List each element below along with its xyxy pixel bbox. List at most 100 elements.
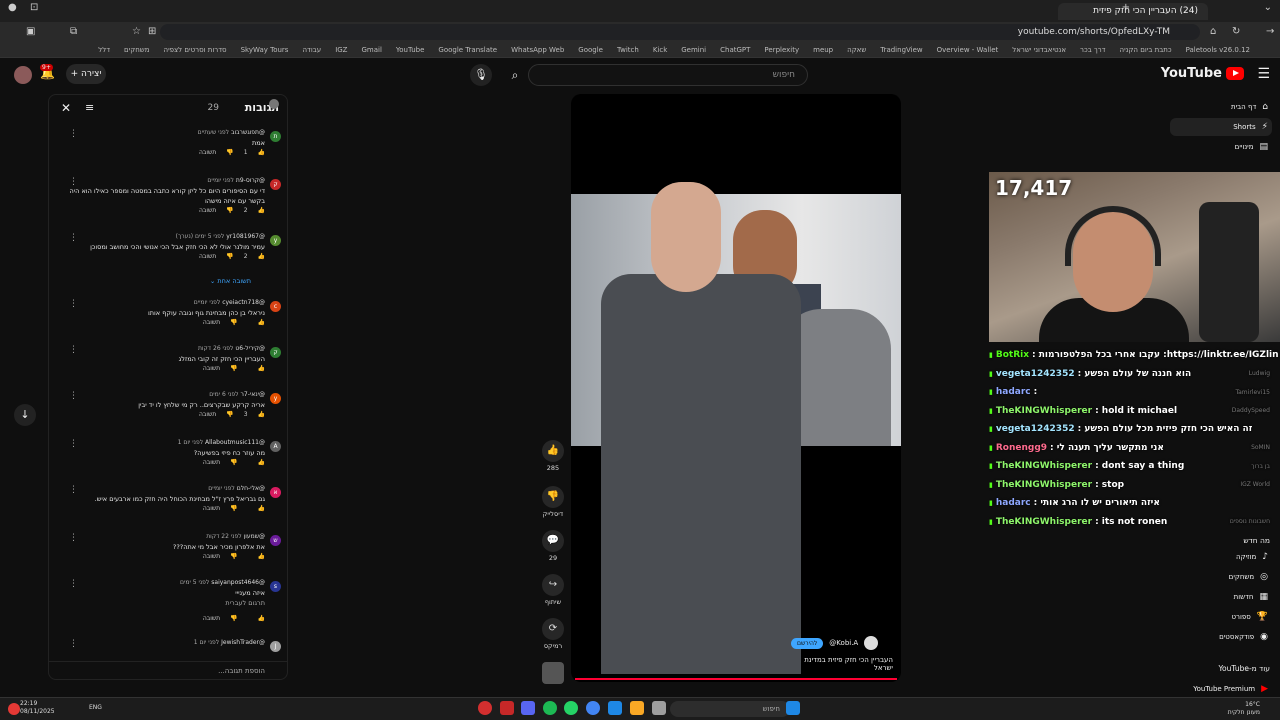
sidebar-item-podcast[interactable]: ◉ פודקאסטים xyxy=(1170,628,1272,646)
thumbs-up-icon[interactable]: 👍 xyxy=(258,505,265,512)
thumbs-down-icon[interactable]: 👎 xyxy=(226,411,233,418)
reply-button[interactable]: תשובה xyxy=(203,459,220,466)
video-title[interactable]: העבריין הכי חזק פיזית במדינת ישראל xyxy=(789,656,893,672)
thumbs-up-icon[interactable]: 👍 xyxy=(258,149,265,156)
thumbs-up-icon[interactable]: 👍 xyxy=(258,411,265,418)
reply-button[interactable]: תשובה xyxy=(203,615,220,622)
chat-username[interactable]: TheKINGWhisperer xyxy=(996,461,1092,471)
extensions-icon[interactable]: ⧉ xyxy=(70,22,77,42)
spotify-icon[interactable] xyxy=(543,701,557,715)
back-icon[interactable]: ⌂ xyxy=(1210,22,1216,42)
chat-username[interactable]: TheKINGWhisperer xyxy=(996,406,1092,416)
thumbs-down-icon[interactable]: 👎 xyxy=(230,319,237,326)
thumbs-up-icon[interactable]: 👍 xyxy=(258,253,265,260)
channel-avatar[interactable] xyxy=(864,636,879,650)
reply-button[interactable]: תשובה xyxy=(203,505,220,512)
notification-icon[interactable] xyxy=(8,703,20,715)
youtube-logo[interactable]: YouTube xyxy=(1161,66,1244,81)
like-button[interactable]: 👍 285 xyxy=(538,440,568,472)
comment-avatar[interactable]: y xyxy=(270,235,281,246)
video-progress-bar[interactable] xyxy=(575,678,897,680)
thumbs-down-icon[interactable]: 👎 xyxy=(226,149,233,156)
sidebar-item-home[interactable]: ⌂ דף הבית xyxy=(1170,98,1272,116)
comment-author[interactable]: @saiyanpost4646 xyxy=(211,579,265,586)
thumbs-down-icon[interactable]: 👎 xyxy=(226,207,233,214)
comment-author[interactable]: @קרוס-9ת xyxy=(236,177,265,184)
bookmark-item[interactable]: Overview - Wallet xyxy=(937,46,999,54)
bookmark-item[interactable]: Perplexity xyxy=(764,46,799,54)
translate-link[interactable]: תרגום לעברית xyxy=(69,598,265,608)
comment-author[interactable]: @שמעון xyxy=(244,533,265,540)
close-icon[interactable]: ✕ xyxy=(61,101,71,115)
comment-avatar[interactable]: c xyxy=(270,301,281,312)
comments-button[interactable]: 💬 29 xyxy=(538,530,568,562)
comment-menu-icon[interactable]: ⋮ xyxy=(69,233,78,243)
taskbar-search[interactable]: חיפוש xyxy=(670,701,790,717)
sidebar-item-sports[interactable]: 🏆 ספורט xyxy=(1170,608,1272,626)
bookmark-item[interactable]: Kick xyxy=(653,46,667,54)
record-icon[interactable]: ▣ xyxy=(26,22,35,42)
share-button[interactable]: ↪ שיתוף xyxy=(538,574,568,606)
chat-username[interactable]: hadarc xyxy=(996,387,1031,397)
sidebar-item-music[interactable]: ♪ מוזיקה xyxy=(1170,548,1272,566)
thumbs-up-icon[interactable]: 👍 xyxy=(258,365,265,372)
browser-tab-active[interactable]: (24) העבריין הכי חזק פיזית xyxy=(1058,3,1208,20)
bookmark-item[interactable]: אנטיאבדוני ישראל xyxy=(1012,46,1066,54)
comment-author[interactable]: @JewishTrader xyxy=(221,639,265,646)
comment-author[interactable]: @yr1081967 xyxy=(226,233,265,240)
comment-avatar[interactable]: ק xyxy=(270,179,281,190)
whatsapp-icon[interactable] xyxy=(564,701,578,715)
bookmark-item[interactable]: WhatsApp Web xyxy=(511,46,564,54)
thumbs-down-icon[interactable]: 👎 xyxy=(230,459,237,466)
start-icon[interactable] xyxy=(786,701,800,715)
reply-button[interactable]: תשובה xyxy=(203,319,220,326)
bookmark-item[interactable]: ChatGPT xyxy=(720,46,750,54)
comment-author[interactable]: @cyeiactn718 xyxy=(222,299,265,306)
remix-button[interactable]: ⟳ רמיקס xyxy=(538,618,568,650)
comment-avatar[interactable]: א xyxy=(270,487,281,498)
tab-search-icon[interactable]: ⊡ xyxy=(30,2,38,13)
microphone-icon[interactable]: 🎙 xyxy=(470,64,492,86)
window-menu-icon[interactable]: ● xyxy=(8,2,17,13)
comment-avatar[interactable]: J xyxy=(270,641,281,652)
bookmark-item[interactable]: דלל xyxy=(98,46,110,54)
thumbs-up-icon[interactable]: 👍 xyxy=(258,553,265,560)
taskbar-clock[interactable]: 22:19 08/11/2025 xyxy=(20,700,55,716)
bookmark-item[interactable]: עבודה xyxy=(302,46,321,54)
comment-author[interactable]: @תפוגשרבוב xyxy=(231,129,265,136)
comment-menu-icon[interactable]: ⋮ xyxy=(69,177,78,187)
thumbs-down-icon[interactable]: 👎 xyxy=(230,365,237,372)
sidebar-item-shorts[interactable]: ⚡ Shorts xyxy=(1170,118,1272,136)
comment-author[interactable]: @אלי-חלם xyxy=(237,485,265,492)
comment-author[interactable]: @קיריל-6ט xyxy=(235,345,265,352)
thumbs-down-icon[interactable]: 👎 xyxy=(226,253,233,260)
comment-avatar[interactable]: ש xyxy=(270,535,281,546)
install-icon[interactable]: ⊞ xyxy=(148,22,156,42)
comment-menu-icon[interactable]: ⋮ xyxy=(69,299,78,309)
more-replies-link[interactable]: ⌄ תשובה אחת xyxy=(210,277,251,285)
bookmark-item[interactable]: סדרות וסרטים לצפיה xyxy=(164,46,227,54)
bookmark-item[interactable]: משחקים xyxy=(124,46,149,54)
bookmark-item[interactable]: Gemini xyxy=(681,46,706,54)
comment-avatar[interactable]: s xyxy=(270,581,281,592)
reply-button[interactable]: תשובה xyxy=(203,365,220,372)
chat-username[interactable]: BotRix xyxy=(996,350,1029,360)
hamburger-menu-icon[interactable]: ☰ xyxy=(1257,66,1270,82)
comment-menu-icon[interactable]: ⋮ xyxy=(69,391,78,401)
forward-icon[interactable]: → xyxy=(1266,22,1274,42)
app-icon[interactable] xyxy=(652,701,666,715)
thumbs-up-icon[interactable]: 👍 xyxy=(258,459,265,466)
comment-avatar[interactable]: A xyxy=(270,441,281,452)
dislike-button[interactable]: 👎 דיסלייק xyxy=(538,486,568,518)
chrome-icon[interactable] xyxy=(586,701,600,715)
bookmark-item[interactable]: שאקה xyxy=(847,46,866,54)
create-button[interactable]: + יצירה xyxy=(66,64,106,84)
search-input[interactable]: חיפוש xyxy=(528,64,808,86)
thumbs-down-icon[interactable]: 👎 xyxy=(230,615,237,622)
comment-menu-icon[interactable]: ⋮ xyxy=(69,579,78,589)
comment-author[interactable]: @Allaboutmusic111 xyxy=(205,439,265,446)
bookmark-item[interactable]: YouTube xyxy=(396,46,424,54)
comment-avatar[interactable]: ק xyxy=(270,347,281,358)
sidebar-item-gaming[interactable]: ◎ משחקים xyxy=(1170,568,1272,586)
thumbs-down-icon[interactable]: 👎 xyxy=(230,505,237,512)
